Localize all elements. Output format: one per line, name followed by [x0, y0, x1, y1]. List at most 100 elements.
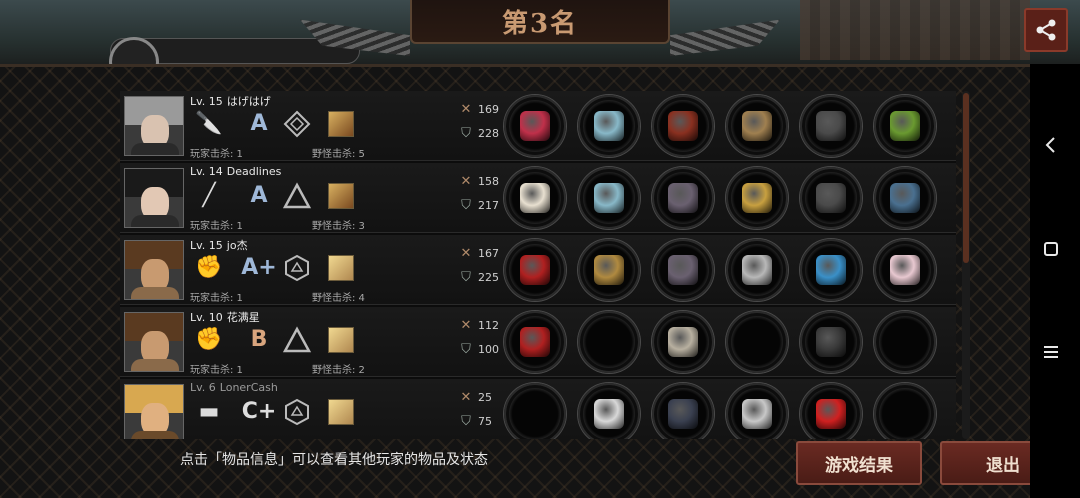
attack-stat: ✕ 158 — [458, 173, 499, 189]
equipment-slot[interactable] — [578, 383, 640, 439]
diamond-rank-icon — [282, 109, 312, 139]
hexagon-rank-icon — [282, 397, 312, 427]
title-plate: 第3名 — [410, 0, 670, 44]
equipment-slot[interactable] — [504, 167, 566, 229]
shield-icon: ⛉ — [461, 341, 471, 357]
rank-banner: 第3名 — [300, 0, 780, 60]
home-icon[interactable] — [1040, 238, 1062, 260]
attack-value: 158 — [478, 174, 499, 188]
player-level-name: Lv. 14 Deadlines — [190, 165, 281, 178]
equipment-item-icon — [594, 399, 624, 429]
shield-icon: ⛉ — [461, 125, 471, 141]
equipment-slot[interactable] — [578, 311, 640, 373]
defense-value: 225 — [478, 270, 499, 284]
defense-stat: ⛉ 100 — [458, 341, 499, 357]
crossed-swords-icon: ✕ — [460, 173, 472, 189]
equipment-item-icon — [742, 255, 772, 285]
equipment-slot[interactable] — [504, 95, 566, 157]
avatar-body — [131, 287, 179, 299]
equipment-item-icon — [520, 111, 550, 141]
player-row[interactable]: Lv. 10 花满星 ✊ B 玩家击杀: 1 野怪击杀: 2 ✕ 112 ⛉ 10… — [120, 307, 956, 377]
monster-portrait-icon — [328, 327, 354, 353]
equipment-slot[interactable] — [800, 95, 862, 157]
system-navbar — [1030, 64, 1080, 498]
equipment-slot[interactable] — [726, 239, 788, 301]
game-result-button[interactable]: 游戏结果 — [796, 441, 922, 485]
equipment-slot[interactable] — [726, 311, 788, 373]
defense-stat: ⛉ 228 — [458, 125, 499, 141]
player-level: Lv. 14 — [190, 165, 223, 178]
attack-value: 167 — [478, 246, 499, 260]
menu-icon[interactable] — [1040, 341, 1062, 363]
attack-value: 169 — [478, 102, 499, 116]
crossed-swords-icon: ✕ — [460, 317, 472, 333]
player-level-name: Lv. 6 LonerCash — [190, 381, 278, 394]
results-panel: Lv. 15 はげはげ 🔪 A 玩家击杀: 1 野怪击杀: 5 ✕ 169 ⛉ 2… — [0, 64, 1066, 498]
equipment-slot[interactable] — [874, 167, 936, 229]
triangle-rank-icon — [282, 181, 312, 211]
equipment-slot[interactable] — [800, 383, 862, 439]
equipment-item-icon — [816, 255, 846, 285]
player-avatar[interactable] — [124, 168, 184, 228]
equipment-slot[interactable] — [726, 167, 788, 229]
player-avatar[interactable] — [124, 384, 184, 439]
equipment-slot[interactable] — [652, 239, 714, 301]
player-name: LonerCash — [219, 381, 278, 394]
equipment-slot[interactable] — [726, 383, 788, 439]
player-row[interactable]: Lv. 15 はげはげ 🔪 A 玩家击杀: 1 野怪击杀: 5 ✕ 169 ⛉ 2… — [120, 91, 956, 161]
player-kills: 玩家击杀: 1 — [190, 293, 243, 304]
equipment-slot[interactable] — [874, 95, 936, 157]
attack-value: 112 — [478, 318, 499, 332]
equipment-item-icon — [668, 255, 698, 285]
player-kills: 玩家击杀: 1 — [190, 221, 243, 232]
equipment-slot[interactable] — [504, 383, 566, 439]
equipment-slot[interactable] — [578, 167, 640, 229]
equipment-slot[interactable] — [800, 311, 862, 373]
attack-stat: ✕ 169 — [458, 101, 499, 117]
attack-value: 25 — [478, 390, 492, 404]
back-icon[interactable] — [1040, 134, 1062, 156]
shield-icon: ⛉ — [461, 269, 471, 285]
defense-stat: ⛉ 225 — [458, 269, 499, 285]
monster-portrait-icon — [328, 255, 354, 281]
defense-value: 75 — [478, 414, 492, 428]
scrollbar-thumb[interactable] — [963, 93, 969, 263]
equipment-slot[interactable] — [652, 311, 714, 373]
equipment-slot[interactable] — [874, 311, 936, 373]
equipment-slot[interactable] — [800, 167, 862, 229]
equipment-slot[interactable] — [800, 239, 862, 301]
equipment-slot[interactable] — [578, 95, 640, 157]
equipment-slot[interactable] — [652, 383, 714, 439]
player-kills: 玩家击杀: 1 — [190, 149, 243, 160]
fist-icon: ✊ — [195, 326, 223, 352]
player-avatar[interactable] — [124, 312, 184, 372]
equipment-slot[interactable] — [652, 167, 714, 229]
list-scrollbar[interactable] — [962, 91, 970, 439]
equipment-slot[interactable] — [874, 383, 936, 439]
equipment-slot[interactable] — [504, 239, 566, 301]
equipment-item-icon — [816, 327, 846, 357]
player-row[interactable]: Lv. 14 Deadlines ╱ A 玩家击杀: 1 野怪击杀: 3 ✕ 15… — [120, 163, 956, 233]
bat-icon: ╱ — [202, 182, 216, 208]
equipment-slot[interactable] — [578, 239, 640, 301]
grade-badge: A+ — [241, 254, 277, 280]
monster-portrait-icon — [328, 399, 354, 425]
equipment-slot[interactable] — [874, 239, 936, 301]
equipment-item-icon — [742, 399, 772, 429]
equipment-slot[interactable] — [726, 95, 788, 157]
player-row[interactable]: Lv. 6 LonerCash ▬ C+ ✕ 25 ⛉ 75 — [120, 379, 956, 439]
player-avatar[interactable] — [124, 240, 184, 300]
equipment-item-icon — [520, 255, 550, 285]
grade-badge: C+ — [241, 398, 277, 424]
avatar-body — [131, 215, 179, 227]
crossed-swords-icon: ✕ — [460, 389, 472, 405]
equipment-slot[interactable] — [652, 95, 714, 157]
player-name: Deadlines — [226, 165, 282, 178]
equipment-slot[interactable] — [504, 311, 566, 373]
crossed-swords-icon: ✕ — [460, 245, 472, 261]
player-row[interactable]: Lv. 15 jo杰 ✊ A+ 玩家击杀: 1 野怪击杀: 4 ✕ 167 ⛉ 2… — [120, 235, 956, 305]
player-list[interactable]: Lv. 15 はげはげ 🔪 A 玩家击杀: 1 野怪击杀: 5 ✕ 169 ⛉ 2… — [120, 91, 956, 439]
share-button[interactable] — [1024, 8, 1068, 52]
monster-kills: 野怪击杀: 4 — [312, 293, 365, 304]
player-avatar[interactable] — [124, 96, 184, 156]
